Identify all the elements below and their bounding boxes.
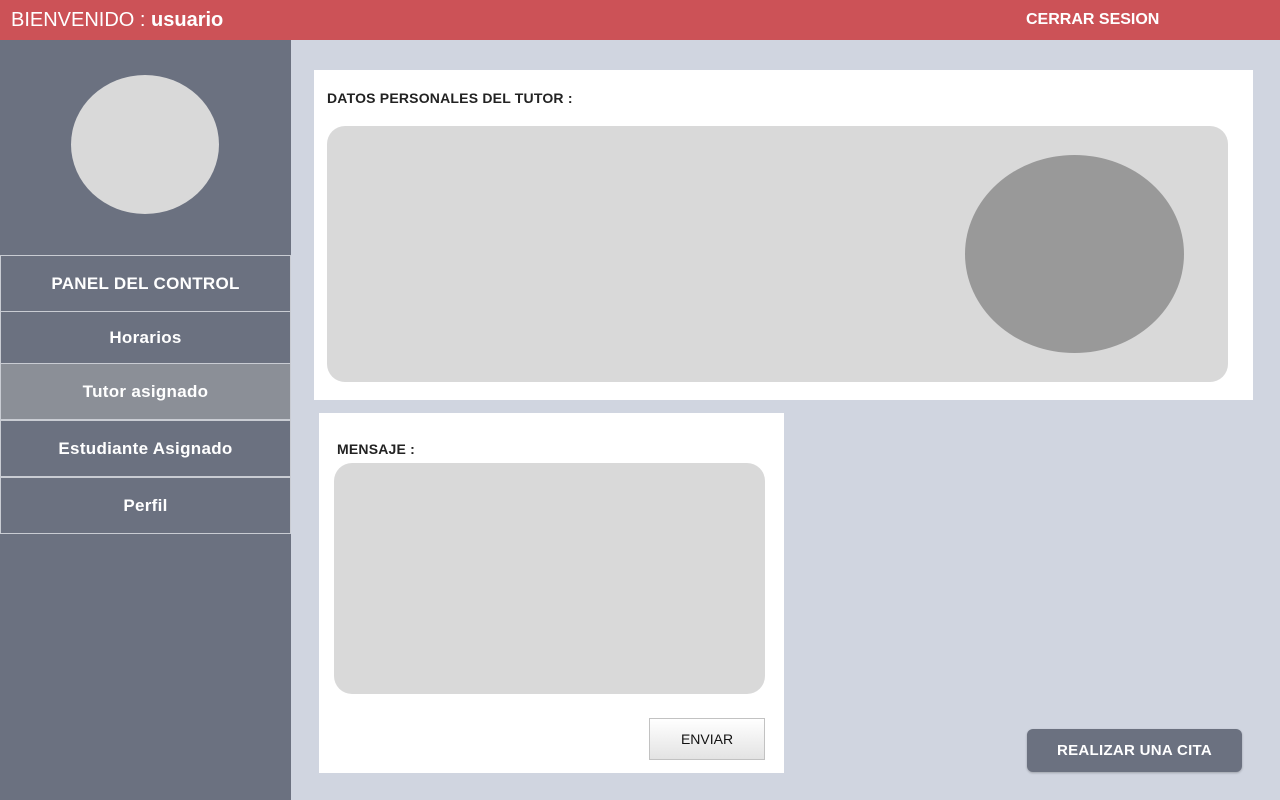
sidebar-item-label: Horarios <box>109 327 182 347</box>
top-bar: BIENVENIDO : usuario CERRAR SESION <box>0 0 1280 40</box>
message-textarea[interactable] <box>334 463 765 694</box>
welcome-label: BIENVENIDO : <box>11 9 152 31</box>
logout-button[interactable]: CERRAR SESION <box>1026 10 1159 30</box>
message-section-title: MENSAJE : <box>337 441 416 457</box>
send-button[interactable]: ENVIAR <box>649 718 765 760</box>
sidebar-item-label: Perfil <box>123 495 168 515</box>
sidebar-item-horarios[interactable]: Horarios <box>0 311 291 364</box>
sidebar-item-label: Estudiante Asignado <box>58 438 233 458</box>
tutor-details-panel <box>327 126 1228 382</box>
user-avatar <box>71 75 219 214</box>
sidebar: PANEL DEL CONTROL Horarios Tutor asignad… <box>0 40 291 800</box>
tutor-photo <box>965 155 1184 353</box>
sidebar-item-tutor-asignado[interactable]: Tutor asignado <box>0 363 291 420</box>
welcome-message: BIENVENIDO : usuario <box>11 8 223 32</box>
sidebar-item-estudiante-asignado[interactable]: Estudiante Asignado <box>0 420 291 477</box>
username: usuario <box>151 9 224 31</box>
sidebar-item-label: Tutor asignado <box>82 381 209 401</box>
message-card: MENSAJE : ENVIAR <box>319 413 784 773</box>
schedule-appointment-button[interactable]: REALIZAR UNA CITA <box>1027 729 1242 772</box>
sidebar-item-label: PANEL DEL CONTROL <box>51 273 240 293</box>
sidebar-item-perfil[interactable]: Perfil <box>0 477 291 534</box>
sidebar-item-panel-del-control[interactable]: PANEL DEL CONTROL <box>0 255 291 312</box>
tutor-info-card: DATOS PERSONALES DEL TUTOR : <box>314 70 1253 400</box>
tutor-section-title: DATOS PERSONALES DEL TUTOR : <box>327 90 573 106</box>
